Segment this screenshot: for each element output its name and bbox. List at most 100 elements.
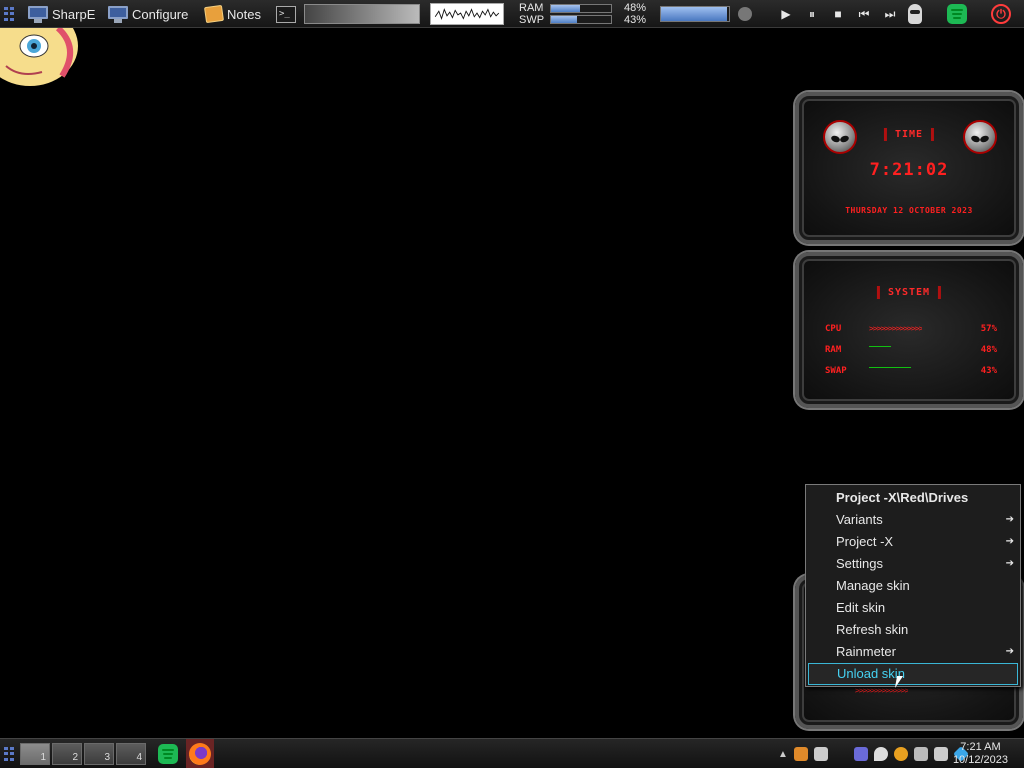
- alien-head-icon: [823, 120, 857, 154]
- desktop-avatar[interactable]: [0, 28, 78, 88]
- menu-item-label: Project -X\Red\Drives: [836, 490, 969, 505]
- speaker-icon[interactable]: [738, 7, 752, 21]
- swap-activity-graph: [869, 367, 911, 368]
- taskbar: 1234 ▲ 7:21 AM 10/12/2023: [0, 738, 1024, 768]
- workspace-3-button[interactable]: 3: [84, 743, 114, 765]
- tray-expand-icon[interactable]: ▲: [778, 749, 788, 760]
- menu-item-label: Variants: [836, 512, 883, 527]
- next-button[interactable]: ⏭: [879, 3, 901, 25]
- clock-time-text: 7:21 AM: [960, 741, 1001, 753]
- grid-icon: [4, 7, 16, 21]
- clock-date-text: 10/12/2023: [952, 754, 1008, 766]
- search-icon[interactable]: [893, 747, 908, 761]
- search-box[interactable]: [304, 0, 420, 28]
- submenu-arrow-icon: ➔: [1005, 514, 1014, 525]
- system-row-label: RAM: [825, 345, 842, 355]
- system-row-swap: SWAP 43%: [825, 364, 997, 378]
- play-button[interactable]: ▶: [775, 3, 797, 25]
- notes-icon: [203, 4, 225, 24]
- media-controls: ▶ ⏸ ■ ⏮ ⏭: [775, 0, 901, 28]
- power-icon: ⏻: [991, 4, 1011, 24]
- skin-context-menu: Project -X\Red\Drives Variants ➔ Project -X…: [805, 484, 1021, 687]
- taskbar-clock[interactable]: 7:21 AM 10/12/2023: [953, 741, 1008, 767]
- drive-usage-graph: >>>>>>>>>>>>>>: [855, 687, 909, 695]
- power-button[interactable]: ⏻: [991, 0, 1011, 28]
- system-row-label: SWAP: [825, 366, 847, 376]
- submenu-arrow-icon: ➔: [1005, 536, 1014, 547]
- system-row-value: 57%: [980, 324, 997, 334]
- search-input[interactable]: [304, 4, 420, 24]
- alien-head-icon: [963, 120, 997, 154]
- menu-item-label: Edit skin: [836, 600, 886, 615]
- menu-item-label: Manage skin: [836, 578, 910, 593]
- notes-label: Notes: [227, 6, 261, 22]
- pause-button[interactable]: ⏸: [801, 3, 823, 25]
- notes-button[interactable]: Notes: [203, 0, 261, 28]
- clock-widget-title: Time: [883, 128, 935, 141]
- menu-item-variants[interactable]: Variants ➔: [808, 509, 1018, 531]
- volume-icon[interactable]: [933, 747, 948, 761]
- ram-activity-graph: [869, 346, 891, 347]
- menu-item-label: Project -X: [836, 534, 894, 549]
- launcher-button[interactable]: [4, 0, 16, 28]
- menu-item-project-x[interactable]: Project -X ➔: [808, 531, 1018, 553]
- terminal-icon: >_: [276, 5, 296, 23]
- system-tray: ▲: [778, 739, 969, 768]
- menu-item-label: Settings: [836, 556, 883, 571]
- menu-item-project-x-red-drives[interactable]: Project -X\Red\Drives: [808, 487, 1018, 509]
- ram-label: RAM: [519, 2, 544, 14]
- menu-item-rainmeter[interactable]: Rainmeter ➔: [808, 641, 1018, 663]
- sharpe-menu-button[interactable]: SharpE: [28, 0, 95, 28]
- grid-icon: [4, 747, 16, 761]
- menu-item-unload-skin[interactable]: Unload skin: [808, 663, 1018, 685]
- sharpe-label: SharpE: [52, 6, 96, 22]
- shield-icon[interactable]: [853, 747, 868, 761]
- system-row-value: 48%: [980, 345, 997, 355]
- system-row-cpu: CPU >>>>>>>>>>>>>> 57%: [825, 322, 997, 336]
- cpu-graph-plot: [430, 3, 504, 25]
- memory-meters: RAM SWP 48% 43%: [519, 0, 646, 28]
- cpu-activity-graph: >>>>>>>>>>>>>>: [869, 325, 923, 333]
- taskbar-firefox[interactable]: [186, 739, 214, 768]
- workspace-2-button[interactable]: 2: [52, 743, 82, 765]
- submenu-arrow-icon: ➔: [1005, 646, 1014, 657]
- system-widget[interactable]: System CPU >>>>>>>>>>>>>> 57% RAM 48% SW…: [795, 252, 1023, 408]
- spotify-icon: [158, 744, 178, 764]
- workspace-4-button[interactable]: 4: [116, 743, 146, 765]
- menu-item-edit-skin[interactable]: Edit skin: [808, 597, 1018, 619]
- drop-icon[interactable]: [873, 747, 888, 761]
- swap-bar: [550, 15, 613, 24]
- cpu-graph: [430, 0, 504, 28]
- workspace-1-button[interactable]: 1: [20, 743, 50, 765]
- flag-icon[interactable]: [813, 747, 828, 761]
- system-widget-title: System: [876, 286, 942, 299]
- top-bar: SharpE Configure Notes >_ RAM SWP 48% 43…: [0, 0, 1024, 28]
- submenu-arrow-icon: ➔: [1005, 558, 1014, 569]
- swap-label: SWP: [519, 14, 545, 26]
- system-row-label: CPU: [825, 324, 842, 334]
- firefox-icon: [189, 743, 211, 765]
- menu-item-settings[interactable]: Settings ➔: [808, 553, 1018, 575]
- swap-percent: 43%: [624, 14, 647, 26]
- spotify-button[interactable]: [947, 0, 967, 28]
- network-icon[interactable]: [913, 747, 928, 761]
- configure-label: Configure: [132, 6, 189, 22]
- menu-item-label: Rainmeter: [836, 644, 896, 659]
- ram-bar: [550, 4, 613, 13]
- volume-slider[interactable]: [660, 6, 730, 22]
- clock-date: Thursday 12 October 2023: [845, 206, 973, 215]
- cartoon-character-image: [0, 28, 78, 86]
- configure-button[interactable]: Configure: [108, 0, 188, 28]
- menu-item-refresh-skin[interactable]: Refresh skin: [808, 619, 1018, 641]
- volume-control[interactable]: [660, 0, 752, 28]
- stop-button[interactable]: ■: [827, 3, 849, 25]
- vlc-icon[interactable]: [793, 747, 808, 761]
- taskbar-spotify[interactable]: [158, 739, 178, 768]
- terminal-button[interactable]: >_: [276, 0, 296, 28]
- alienware-button[interactable]: [908, 0, 922, 28]
- start-button[interactable]: [4, 739, 16, 768]
- menu-item-manage-skin[interactable]: Manage skin: [808, 575, 1018, 597]
- spotify-icon: [947, 4, 967, 24]
- previous-button[interactable]: ⏮: [853, 3, 875, 25]
- clock-widget[interactable]: Time 7:21:02 Thursday 12 October 2023: [795, 92, 1023, 244]
